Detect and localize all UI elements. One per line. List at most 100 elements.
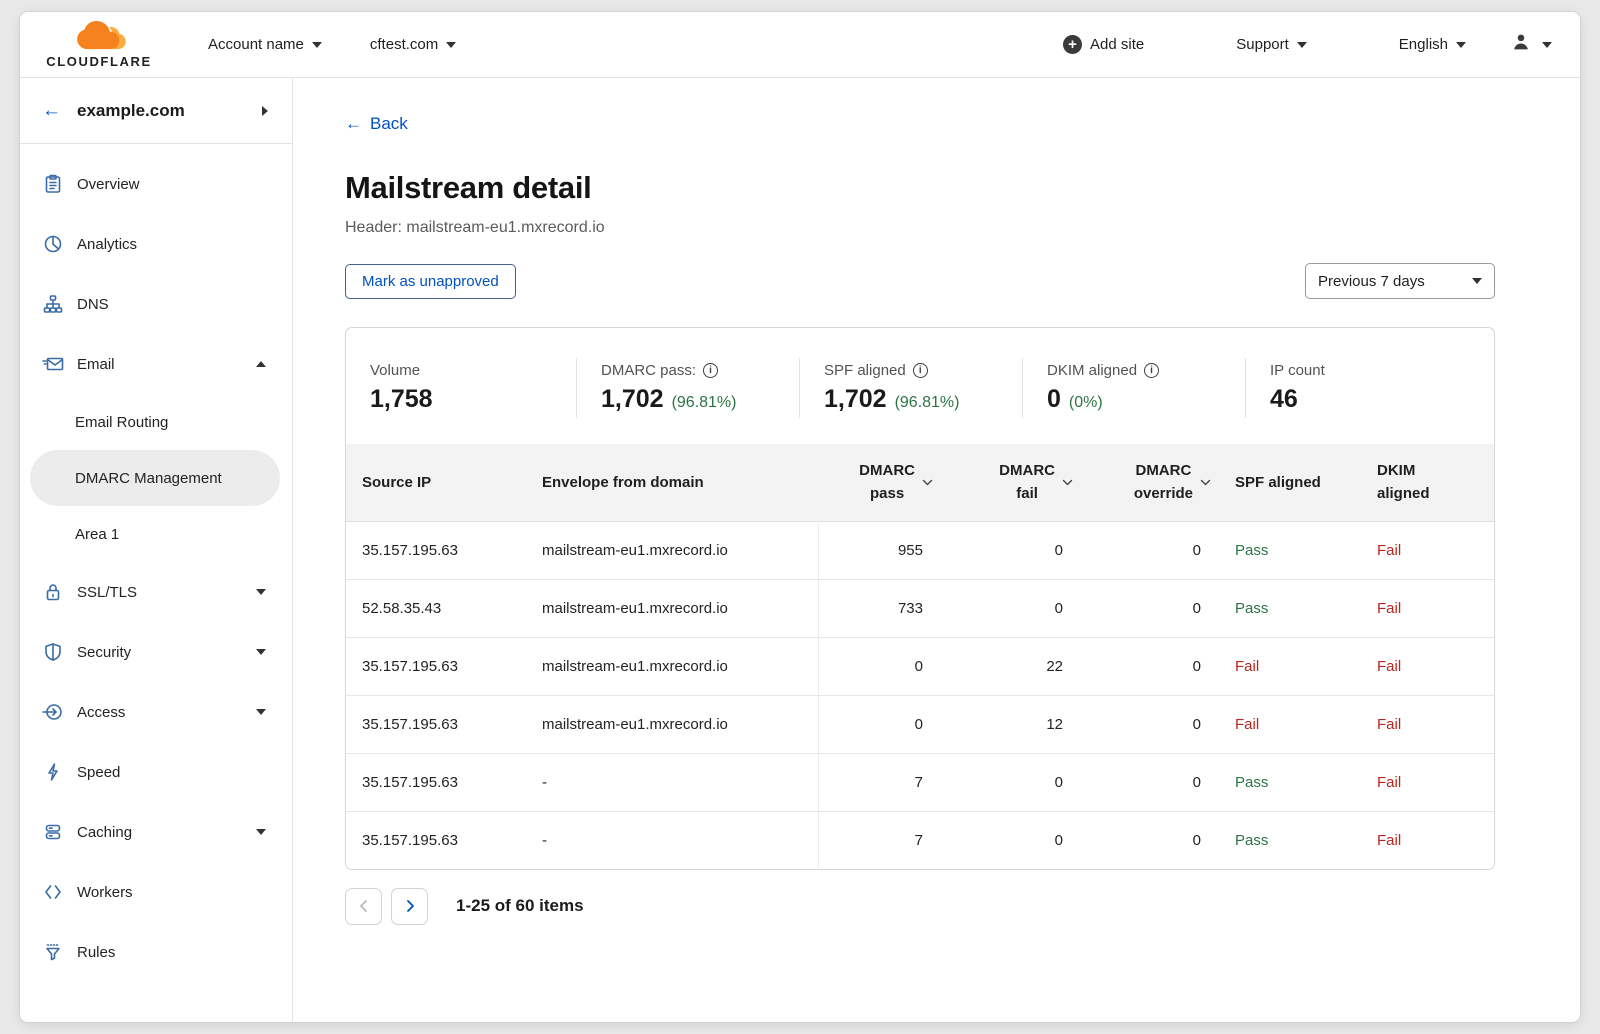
- sidebar-item-email[interactable]: Email: [20, 334, 292, 394]
- chevron-down-icon: [256, 649, 266, 655]
- sort-chevron-icon[interactable]: [922, 479, 933, 486]
- stat-label: SPF aligned: [824, 362, 906, 379]
- chevron-down-icon: [1542, 42, 1552, 48]
- cell-spf-aligned: Fail: [1219, 637, 1361, 695]
- sidebar-subitem-area-1[interactable]: Area 1: [30, 506, 280, 562]
- add-site-button[interactable]: + Add site: [1063, 35, 1144, 54]
- date-range-select[interactable]: Previous 7 days: [1305, 263, 1495, 299]
- cell-value: 0: [941, 753, 1081, 811]
- stat-label: DKIM aligned: [1047, 362, 1137, 379]
- cell-value: 0: [1081, 579, 1219, 637]
- cloudflare-cloud-icon: [65, 20, 133, 57]
- sidebar-item-ssl-tls[interactable]: SSL/TLS: [20, 562, 292, 622]
- info-icon[interactable]: i: [913, 363, 928, 378]
- sidebar: ← example.com Overview Analytics DNSEmailE…: [20, 78, 293, 1022]
- sidebar-item-label: Analytics: [77, 236, 266, 253]
- cell-value: 7: [818, 753, 941, 811]
- cell-envelope-from-domain: -: [526, 811, 818, 869]
- sidebar-subitem-dmarc-management[interactable]: DMARC Management: [30, 450, 280, 506]
- chevron-down-icon: [312, 42, 322, 48]
- back-link[interactable]: ← Back: [345, 114, 408, 134]
- cell-value: 12: [941, 695, 1081, 753]
- sidebar-item-access[interactable]: Access: [20, 682, 292, 742]
- chevron-down-icon: [1456, 42, 1466, 48]
- cell-source-ip: 35.157.195.63: [346, 695, 526, 753]
- cell-dkim-aligned: Fail: [1361, 521, 1494, 579]
- sidebar-subitem-email-routing[interactable]: Email Routing: [30, 394, 280, 450]
- sidebar-nav: Overview Analytics DNSEmailEmail RoutingDM…: [20, 144, 292, 982]
- stat-value: 1,702: [824, 385, 887, 414]
- clipboard-icon: [42, 173, 64, 195]
- column-header-dmarc-override[interactable]: DMARC override: [1081, 444, 1219, 521]
- cell-dkim-aligned: Fail: [1361, 811, 1494, 869]
- cell-envelope-from-domain: mailstream-eu1.mxrecord.io: [526, 695, 818, 753]
- sidebar-item-caching[interactable]: Caching: [20, 802, 292, 862]
- cell-value: 0: [1081, 521, 1219, 579]
- stat-label: Volume: [370, 362, 420, 379]
- chevron-down-icon: [1472, 278, 1482, 284]
- cell-envelope-from-domain: mailstream-eu1.mxrecord.io: [526, 579, 818, 637]
- info-icon[interactable]: i: [1144, 363, 1159, 378]
- stat-value: 46: [1270, 385, 1298, 414]
- column-header-label: DMARC pass: [859, 459, 915, 506]
- funnel-icon: [42, 941, 64, 963]
- date-range-selected-value: Previous 7 days: [1318, 273, 1425, 290]
- language-label: English: [1399, 36, 1448, 53]
- cell-source-ip: 35.157.195.63: [346, 637, 526, 695]
- app-window: CLOUDFLARE Account name cftest.com + Add…: [20, 12, 1580, 1022]
- site-menu-label: cftest.com: [370, 36, 438, 53]
- column-header-label: DMARC override: [1134, 459, 1193, 506]
- user-menu[interactable]: [1510, 31, 1552, 58]
- sidebar-item-label: Speed: [77, 764, 266, 781]
- sidebar-item-overview[interactable]: Overview: [20, 154, 292, 214]
- table-row: 35.157.195.63mailstream-eu1.mxrecord.io0…: [346, 695, 1494, 753]
- column-header-label: SPF aligned: [1235, 474, 1321, 491]
- site-menu[interactable]: cftest.com: [370, 36, 456, 53]
- sidebar-item-label: SSL/TLS: [77, 584, 256, 601]
- column-header-dmarc-pass[interactable]: DMARC pass: [818, 444, 941, 521]
- column-header-label: Envelope from domain: [542, 474, 704, 491]
- chevron-up-icon: [256, 361, 266, 367]
- cell-envelope-from-domain: mailstream-eu1.mxrecord.io: [526, 521, 818, 579]
- column-header-dmarc-fail[interactable]: DMARC fail: [941, 444, 1081, 521]
- chevron-down-icon: [256, 589, 266, 595]
- info-icon[interactable]: i: [703, 363, 718, 378]
- sidebar-item-workers[interactable]: Workers: [20, 862, 292, 922]
- next-page-button[interactable]: [391, 888, 428, 925]
- stats-row: Volume1,758DMARC pass:i1,702(96.81%)SPF …: [346, 328, 1494, 444]
- sidebar-item-dns[interactable]: DNS: [20, 274, 292, 334]
- stat-volume: Volume1,758: [346, 358, 576, 418]
- cell-dkim-aligned: Fail: [1361, 695, 1494, 753]
- cell-value: 0: [1081, 637, 1219, 695]
- back-label: Back: [370, 114, 408, 134]
- cell-value: 0: [941, 579, 1081, 637]
- table-body: 35.157.195.63mailstream-eu1.mxrecord.io9…: [346, 521, 1494, 869]
- sidebar-item-analytics[interactable]: Analytics: [20, 214, 292, 274]
- sidebar-item-speed[interactable]: Speed: [20, 742, 292, 802]
- cloudflare-logo[interactable]: CLOUDFLARE: [40, 20, 158, 69]
- account-menu[interactable]: Account name: [208, 36, 322, 53]
- account-menu-label: Account name: [208, 36, 304, 53]
- cell-envelope-from-domain: mailstream-eu1.mxrecord.io: [526, 637, 818, 695]
- cell-envelope-from-domain: -: [526, 753, 818, 811]
- sidebar-item-rules[interactable]: Rules: [20, 922, 292, 982]
- language-menu[interactable]: English: [1399, 36, 1466, 53]
- cell-source-ip: 35.157.195.63: [346, 521, 526, 579]
- page-subtitle: Header: mailstream-eu1.mxrecord.io: [345, 219, 1495, 237]
- stat-dkim-aligned: DKIM alignedi0(0%): [1022, 358, 1245, 418]
- zone-header[interactable]: ← example.com: [20, 78, 292, 144]
- support-menu[interactable]: Support: [1236, 36, 1307, 53]
- sidebar-item-label: Overview: [77, 176, 266, 193]
- mark-as-unapproved-button[interactable]: Mark as unapproved: [345, 264, 516, 299]
- workers-icon: [42, 881, 64, 903]
- lock-icon: [42, 581, 64, 603]
- stat-spf-aligned: SPF alignedi1,702(96.81%): [799, 358, 1022, 418]
- shield-icon: [42, 641, 64, 663]
- sort-chevron-icon[interactable]: [1200, 479, 1211, 486]
- dns-tree-icon: [42, 293, 64, 315]
- sidebar-item-label: Caching: [77, 824, 256, 841]
- previous-page-button[interactable]: [345, 888, 382, 925]
- main-content: ← Back Mailstream detail Header: mailstr…: [293, 78, 1580, 1022]
- sort-chevron-icon[interactable]: [1062, 479, 1073, 486]
- sidebar-item-security[interactable]: Security: [20, 622, 292, 682]
